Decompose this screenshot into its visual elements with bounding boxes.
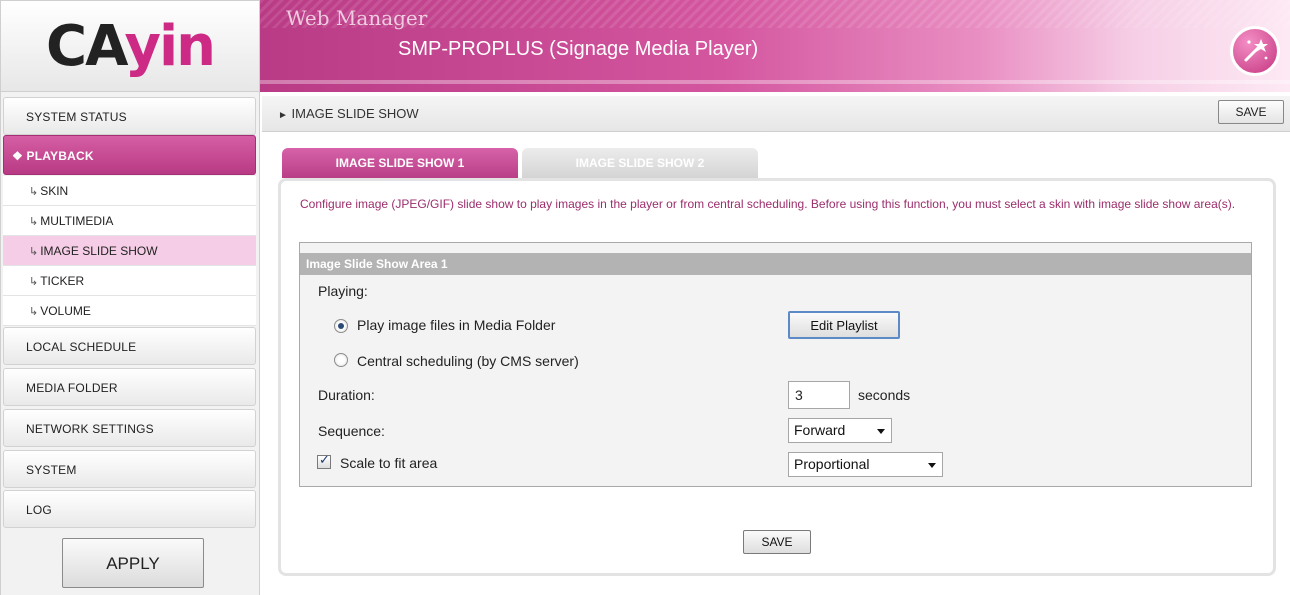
sidebar-subitem-ticker[interactable]: ↳ TICKER [3, 266, 256, 296]
sub-arrow-icon: ↳ [29, 306, 39, 318]
logo-text-main: CA [45, 13, 126, 79]
duration-input[interactable]: 3 [788, 381, 850, 409]
sidebar-item-system-status[interactable]: SYSTEM STATUS [3, 97, 256, 135]
subitem-label: IMAGE SLIDE SHOW [40, 244, 158, 258]
sidebar-subitem-skin[interactable]: ↳ SKIN [3, 176, 256, 206]
scale-mode-value: Proportional [794, 456, 870, 472]
sidebar-item-label: PLAYBACK [26, 149, 94, 163]
chevron-down-icon [877, 429, 885, 434]
page-title: ► IMAGE SLIDE SHOW [278, 106, 419, 121]
scale-to-fit-checkbox[interactable] [317, 453, 331, 469]
bottom-save-button[interactable]: SAVE [743, 530, 811, 554]
radio-media-folder[interactable] [334, 319, 348, 333]
title-marker-icon: ► [278, 110, 288, 121]
subitem-label: VOLUME [40, 304, 91, 318]
scale-mode-select[interactable]: Proportional [788, 452, 943, 477]
sidebar-item-network-settings[interactable]: NETWORK SETTINGS [3, 409, 256, 447]
sequence-select[interactable]: Forward [788, 418, 892, 443]
apply-button[interactable]: APPLY [62, 538, 204, 588]
sub-arrow-icon: ↳ [29, 186, 39, 198]
tab-image-slide-show-2[interactable]: IMAGE SLIDE SHOW 2 [522, 148, 758, 178]
edit-playlist-button[interactable]: Edit Playlist [788, 311, 900, 339]
brand-title: Web Manager [286, 6, 428, 30]
product-name: SMP-PROPLUS (Signage Media Player) [398, 38, 759, 60]
tab-image-slide-show-1[interactable]: IMAGE SLIDE SHOW 1 [282, 148, 518, 178]
sidebar-item-playback[interactable]: ❖ PLAYBACK [3, 135, 256, 175]
sub-arrow-icon: ↳ [29, 216, 39, 228]
radio-central-scheduling[interactable] [334, 353, 348, 367]
option-media-folder-label: Play image files in Media Folder [357, 317, 556, 333]
scale-to-fit-label: Scale to fit area [340, 455, 438, 471]
subitem-label: SKIN [40, 184, 69, 198]
sequence-value: Forward [794, 422, 846, 438]
playback-marker-icon: ❖ [12, 149, 23, 163]
page-title-text: IMAGE SLIDE SHOW [291, 106, 419, 121]
header-banner: Web Manager SMP-PROPLUS (Signage Media P… [260, 0, 1290, 92]
sequence-label: Sequence: [318, 423, 385, 439]
sidebar-item-system[interactable]: SYSTEM [3, 450, 256, 488]
subitem-label: MULTIMEDIA [40, 214, 114, 228]
magic-wand-icon [1230, 26, 1280, 76]
sidebar-subitem-multimedia[interactable]: ↳ MULTIMEDIA [3, 206, 256, 236]
page-title-bar: ► IMAGE SLIDE SHOW SAVE [262, 96, 1290, 132]
duration-label: Duration: [318, 387, 375, 403]
sidebar-subitem-image-slide-show[interactable]: ↳ IMAGE SLIDE SHOW [3, 236, 256, 266]
sidebar-item-media-folder[interactable]: MEDIA FOLDER [3, 368, 256, 406]
save-button[interactable]: SAVE [1218, 100, 1284, 124]
area-header: Image Slide Show Area 1 [300, 253, 1251, 275]
sidebar-item-log[interactable]: LOG [3, 490, 256, 528]
subitem-label: TICKER [40, 274, 85, 288]
sub-arrow-icon: ↳ [29, 276, 39, 288]
playing-label: Playing: [318, 283, 368, 299]
description-text: Configure image (JPEG/GIF) slide show to… [300, 197, 1236, 211]
sub-arrow-icon: ↳ [29, 246, 39, 258]
option-central-label: Central scheduling (by CMS server) [357, 353, 579, 369]
sidebar-subitem-volume[interactable]: ↳ VOLUME [3, 296, 256, 326]
sidebar-item-local-schedule[interactable]: LOCAL SCHEDULE [3, 327, 256, 365]
cayin-logo: CAyin [0, 0, 260, 92]
duration-unit: seconds [858, 387, 911, 403]
logo-text-accent: yin [124, 13, 216, 79]
chevron-down-icon [928, 463, 936, 468]
